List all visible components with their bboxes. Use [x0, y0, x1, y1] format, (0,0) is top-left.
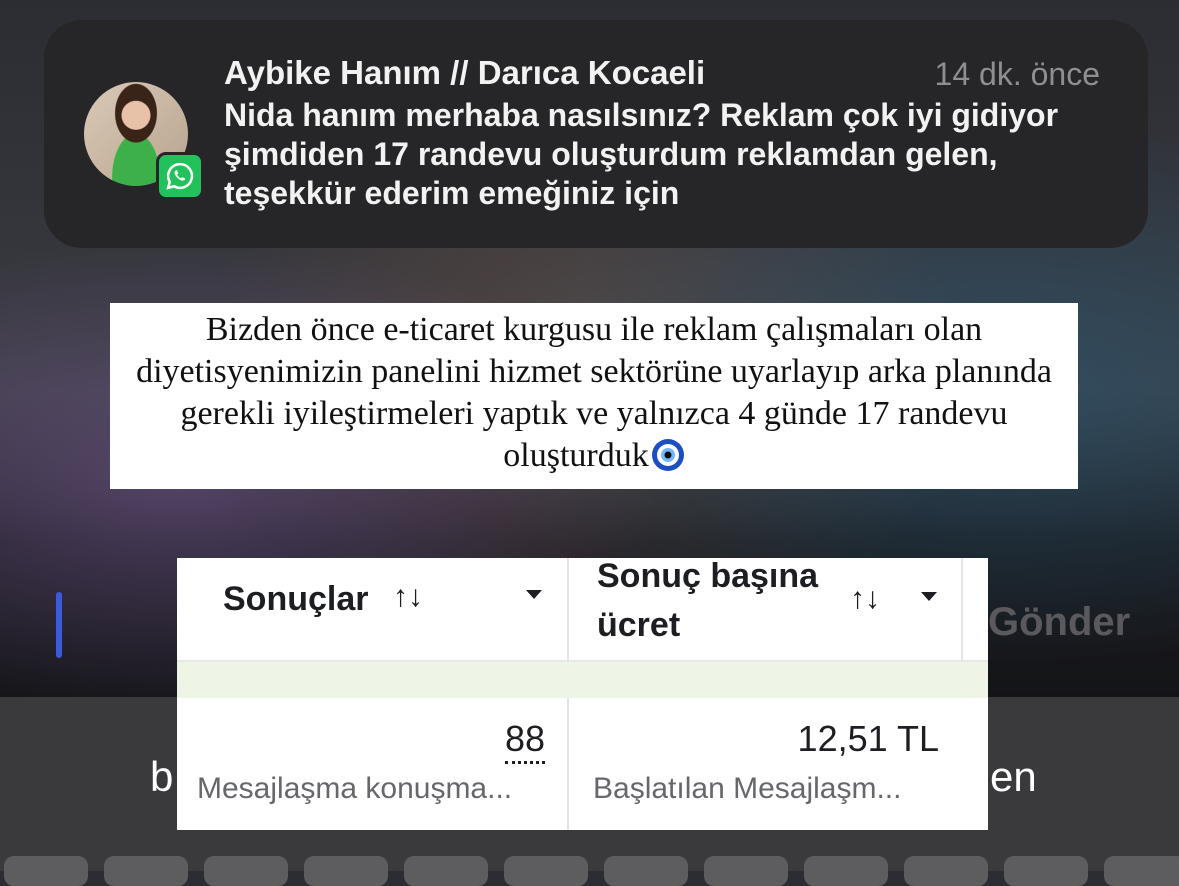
results-description: Mesajlaşma konuşma... — [197, 772, 513, 805]
keyboard-key[interactable] — [204, 856, 288, 886]
ads-results-table: Sonuçlar ↑↓ Sonuç başına ücret ↑↓ 88 Mes… — [177, 557, 988, 830]
keyboard-key[interactable] — [604, 856, 688, 886]
keyboard-key[interactable] — [404, 856, 488, 886]
keyboard-key[interactable] — [1004, 856, 1088, 886]
keyboard-suggestion-left[interactable]: b — [150, 753, 173, 801]
results-value-text[interactable]: 88 — [504, 718, 545, 764]
sort-icon[interactable]: ↑↓ — [850, 582, 880, 616]
whatsapp-notification[interactable]: Aybike Hanım // Darıca Kocaeli 14 dk. ön… — [44, 20, 1148, 248]
keyboard-key[interactable] — [4, 856, 88, 886]
chevron-down-icon[interactable] — [921, 592, 937, 601]
chevron-down-icon[interactable] — [526, 590, 542, 599]
notification-message: Nida hanım merhaba nasılsınız? Reklam ço… — [224, 97, 1059, 211]
cost-per-result-description: Başlatılan Mesajlaşm... — [593, 772, 902, 805]
results-value[interactable]: 88 — [504, 718, 545, 764]
whatsapp-icon — [156, 152, 204, 200]
column-divider — [961, 558, 963, 660]
column-header-cost-line2[interactable]: ücret — [597, 603, 680, 647]
notification-time: 14 dk. önce — [934, 56, 1100, 92]
sort-icon[interactable]: ↑↓ — [393, 580, 423, 614]
keyboard-key[interactable] — [504, 856, 588, 886]
caption-box: Bizden önce e-ticaret kurgusu ile reklam… — [110, 303, 1078, 489]
sender-name: Aybike Hanım // Darıca Kocaeli — [224, 54, 706, 91]
keyboard-suggestion-right[interactable]: en — [990, 753, 1037, 801]
keyboard-key[interactable] — [1104, 856, 1179, 886]
cost-per-result-value: 12,51 TL — [797, 718, 939, 759]
column-header-results[interactable]: Sonuçlar — [223, 577, 368, 621]
keyboard-key[interactable] — [704, 856, 788, 886]
keyboard-key[interactable] — [304, 856, 388, 886]
summary-band — [177, 662, 988, 698]
send-button[interactable]: Gönder — [988, 600, 1130, 645]
caption-text: Bizden önce e-ticaret kurgusu ile reklam… — [136, 311, 1052, 474]
keyboard-key-row — [0, 856, 1179, 886]
keyboard-key[interactable] — [804, 856, 888, 886]
column-header-cost-line1[interactable]: Sonuç başına — [597, 554, 818, 598]
keyboard-key[interactable] — [904, 856, 988, 886]
nazar-boncugu-icon — [651, 438, 685, 483]
keyboard-key[interactable] — [104, 856, 188, 886]
text-cursor[interactable] — [56, 592, 62, 658]
